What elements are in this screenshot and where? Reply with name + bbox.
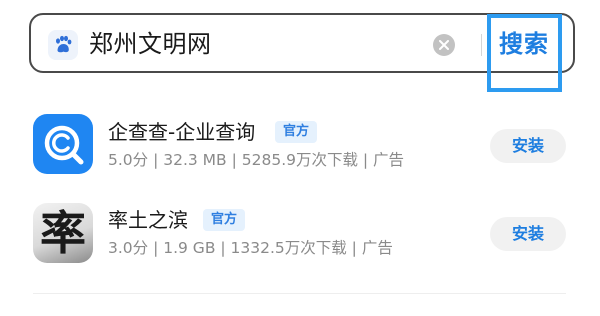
install-button[interactable]: 安装 [490,217,566,251]
app-meta: 5.0分 | 32.3 MB | 5285.9万次下载 | 广告 [108,151,405,169]
install-button[interactable]: 安装 [490,129,566,163]
app-list-item-qichacha[interactable]: 企查查-企业查询 官方 5.0分 | 32.3 MB | 5285.9万次下载 … [0,112,600,192]
qichacha-app-icon[interactable] [33,114,93,174]
baidu-paw-icon [48,30,78,60]
app-name[interactable]: 率土之滨 [108,206,188,234]
game-app-icon-glyph: 率 [40,206,86,260]
search-divider [481,34,482,56]
game-app-icon[interactable]: 率 [33,203,93,263]
search-input[interactable]: 郑州文明网 [89,27,212,61]
search-button[interactable]: 搜索 [499,27,549,61]
app-list-item-game[interactable]: 率 率土之滨 官方 3.0分 | 1.9 GB | 1332.5万次下载 | 广… [0,200,600,280]
app-name[interactable]: 企查查-企业查询 [108,118,255,146]
app-meta: 3.0分 | 1.9 GB | 1332.5万次下载 | 广告 [108,239,393,257]
list-divider [33,293,566,294]
official-badge: 官方 [203,209,246,231]
official-badge: 官方 [275,121,318,143]
clear-icon[interactable] [433,34,455,56]
